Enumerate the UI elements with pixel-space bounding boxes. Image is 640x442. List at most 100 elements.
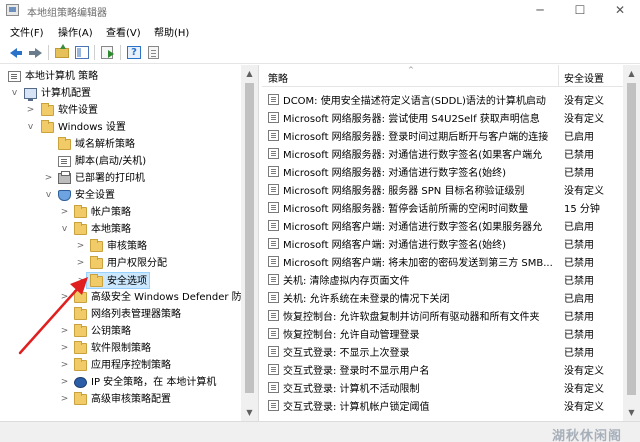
policy-row[interactable]: Microsoft 网络服务器: 尝试使用 S4U2Self 获取声明信息 没有定… <box>262 108 622 126</box>
folder-icon <box>74 222 87 235</box>
folder-icon <box>90 256 103 269</box>
scroll-up-icon[interactable]: ▲ <box>623 65 640 82</box>
folder-icon <box>74 290 87 303</box>
policy-icon <box>268 184 279 195</box>
column-divider[interactable] <box>558 65 559 87</box>
policy-row[interactable]: 交互式登录: 不显示上次登录 已禁用 <box>262 342 622 360</box>
policy-icon <box>268 148 279 159</box>
expand-icon[interactable]: > <box>60 204 69 221</box>
maximize-button[interactable]: ☐ <box>560 0 600 20</box>
app-icon <box>6 4 19 16</box>
expand-icon[interactable]: > <box>60 340 69 357</box>
expand-icon[interactable]: > <box>44 170 53 187</box>
menu-file[interactable]: 文件(F) <box>10 24 44 39</box>
computer-icon <box>24 88 37 101</box>
watermark: 湖秋休闲阁 <box>552 429 623 442</box>
menu-help[interactable]: 帮助(H) <box>154 24 189 39</box>
expand-icon[interactable]: > <box>60 289 69 306</box>
expand-icon[interactable]: > <box>77 273 86 290</box>
policy-row[interactable]: Microsoft 网络服务器: 对通信进行数字签名(如果客户端允 已禁用 <box>262 144 622 162</box>
toolbar-separator <box>94 45 95 60</box>
policy-row[interactable]: Microsoft 网络服务器: 登录时间过期后断开与客户端的连接 已启用 <box>262 126 622 144</box>
list-scrollbar[interactable]: ▲ ▼ <box>623 65 640 421</box>
policy-icon <box>268 202 279 213</box>
export-list-icon[interactable] <box>100 45 116 60</box>
folder-icon <box>74 205 87 218</box>
policy-icon <box>268 274 279 285</box>
policy-icon <box>268 382 279 393</box>
scroll-thumb[interactable] <box>245 83 254 393</box>
tree-scrollbar[interactable]: ▲ ▼ <box>241 65 258 421</box>
policy-icon <box>268 166 279 177</box>
policy-icon <box>268 112 279 123</box>
help-icon[interactable]: ? <box>126 45 142 60</box>
column-policy[interactable]: 策略 <box>268 70 288 85</box>
folder-icon <box>90 239 103 252</box>
tree-item-security-options[interactable]: > 安全选项 <box>78 272 150 289</box>
minimize-button[interactable]: ─ <box>520 0 560 20</box>
forward-arrow-icon[interactable] <box>28 45 44 60</box>
expand-icon[interactable]: > <box>76 255 85 272</box>
folder-icon <box>74 358 87 371</box>
folder-icon <box>41 103 54 116</box>
policy-icon <box>268 328 279 339</box>
folder-icon <box>41 120 54 133</box>
policy-row[interactable]: 交互式登录: 登录时不显示用户名 没有定义 <box>262 360 622 378</box>
expand-icon[interactable]: > <box>60 374 69 391</box>
menu-bar: 文件(F) 操作(A) 查看(V) 帮助(H) <box>0 21 640 40</box>
policy-row[interactable]: Microsoft 网络客户端: 将未加密的密码发送到第三方 SMB... 已禁用 <box>262 252 622 270</box>
scroll-up-icon[interactable]: ▲ <box>241 65 258 82</box>
document-icon <box>8 71 21 82</box>
document-icon <box>58 156 71 167</box>
expand-icon[interactable]: > <box>60 391 69 408</box>
policy-row[interactable]: Microsoft 网络服务器: 对通信进行数字签名(始终) 已禁用 <box>262 162 622 180</box>
title-bar: 本地组策略编辑器 ─ ☐ ✕ <box>0 0 640 20</box>
expand-icon[interactable]: > <box>76 238 85 255</box>
expand-icon[interactable]: > <box>60 357 69 374</box>
policy-row[interactable]: DCOM: 使用安全描述符定义语言(SDDL)语法的计算机启动 没有定义 <box>262 90 622 108</box>
window-title: 本地组策略编辑器 <box>27 8 107 19</box>
folder-icon <box>90 274 103 287</box>
policy-icon <box>268 94 279 105</box>
policy-row[interactable]: 恢复控制台: 允许软盘复制并访问所有驱动器和所有文件夹 已禁用 <box>262 306 622 324</box>
folder-icon <box>74 392 87 405</box>
policy-row[interactable]: 关机: 允许系统在未登录的情况下关闭 已启用 <box>262 288 622 306</box>
show-hide-tree-icon[interactable] <box>74 45 90 60</box>
collapse-icon[interactable]: v <box>26 119 35 136</box>
menu-action[interactable]: 操作(A) <box>58 24 93 39</box>
folder-icon <box>74 324 87 337</box>
toolbar-separator <box>120 45 121 60</box>
folder-icon <box>58 137 71 150</box>
policy-icon <box>268 256 279 267</box>
back-arrow-icon[interactable] <box>8 45 24 60</box>
expand-icon[interactable]: > <box>60 323 69 340</box>
policy-row[interactable]: 关机: 清除虚拟内存页面文件 已禁用 <box>262 270 622 288</box>
policy-row[interactable]: Microsoft 网络服务器: 暂停会话前所需的空闲时间数量 15 分钟 <box>262 198 622 216</box>
policy-row[interactable]: 恢复控制台: 允许自动管理登录 已禁用 <box>262 324 622 342</box>
policy-row[interactable]: Microsoft 网络客户端: 对通信进行数字签名(始终) 已禁用 <box>262 234 622 252</box>
close-button[interactable]: ✕ <box>600 0 640 20</box>
collapse-icon[interactable]: v <box>44 187 53 204</box>
scroll-down-icon[interactable]: ▼ <box>241 404 258 421</box>
scroll-down-icon[interactable]: ▼ <box>623 404 640 421</box>
network-icon <box>74 377 87 388</box>
policy-icon <box>268 346 279 357</box>
folder-icon <box>74 307 87 320</box>
tree-pane: 本地计算机 策略 v 计算机配置 > 软件设置 v Windows 设置 域名解… <box>0 65 259 421</box>
expand-icon[interactable]: > <box>26 102 35 119</box>
policy-icon <box>268 400 279 411</box>
policy-icon <box>268 310 279 321</box>
properties-icon[interactable] <box>146 45 162 60</box>
up-folder-icon[interactable] <box>54 44 70 60</box>
column-security-setting[interactable]: 安全设置 <box>564 70 604 85</box>
policy-row[interactable]: Microsoft 网络服务器: 服务器 SPN 目标名称验证级别 没有定义 <box>262 180 622 198</box>
collapse-icon[interactable]: v <box>10 85 19 102</box>
toolbar-separator <box>48 45 49 60</box>
menu-view[interactable]: 查看(V) <box>106 24 141 39</box>
collapse-icon[interactable]: v <box>60 221 69 238</box>
scroll-thumb[interactable] <box>627 83 636 395</box>
policy-row[interactable]: 交互式登录: 计算机不活动限制 没有定义 <box>262 378 622 396</box>
policy-row[interactable]: Microsoft 网络客户端: 对通信进行数字签名(如果服务器允 已启用 <box>262 216 622 234</box>
policy-row[interactable]: 交互式登录: 计算机帐户锁定阈值 没有定义 <box>262 396 622 414</box>
printer-icon <box>58 171 71 184</box>
